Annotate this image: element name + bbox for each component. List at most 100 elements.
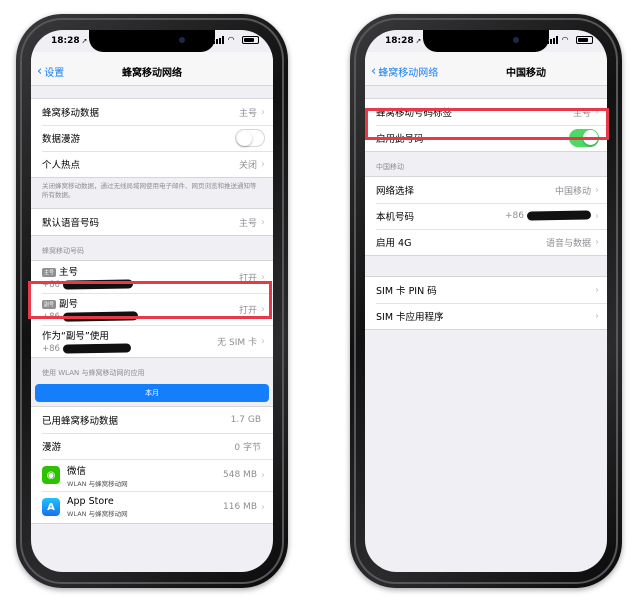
camera-icon xyxy=(513,37,519,43)
cellular-plan-label-row[interactable]: 蜂窝移动号码标签 主号 › xyxy=(365,99,607,125)
row-label: 数据漫游 xyxy=(42,134,81,145)
line-number: +86 xyxy=(42,344,60,354)
row-label: 启用此号码 xyxy=(376,134,424,145)
wifi-icon: ◠ xyxy=(228,35,235,44)
row-value: 关闭 xyxy=(238,160,257,171)
chevron-left-icon: ‹ xyxy=(37,63,43,79)
phone-frame-right: 18:28 ➚ ◠ ‹ 蜂窝移动网络 中国移动 蜂窝移动号码标签 主号 › 启用此号… xyxy=(350,14,622,588)
row-value: 主号 xyxy=(572,108,591,119)
row-stack: 主号 主号 +86 xyxy=(42,264,239,290)
app-network: WLAN 与蜂窝移动网 xyxy=(67,510,128,518)
cellular-data-used-row: 已用蜂窝移动数据 1.7 GB xyxy=(31,407,273,433)
chevron-right-icon: › xyxy=(261,106,265,118)
status-icons: ◠ xyxy=(547,36,593,44)
chevron-right-icon: › xyxy=(261,335,265,347)
sim-group: SIM 卡 PIN 码 › SIM 卡应用程序 › xyxy=(365,276,607,330)
line-secondary-row[interactable]: 副号 副号 +86 打开 › xyxy=(31,293,273,325)
turn-on-line-row: 启用此号码 xyxy=(365,125,607,151)
line-name: 副号 xyxy=(59,299,79,310)
row-value: 1.7 GB xyxy=(230,415,261,425)
status-time: 18:28 ➚ xyxy=(51,36,88,46)
screen-right: 18:28 ➚ ◠ ‹ 蜂窝移动网络 中国移动 蜂窝移动号码标签 主号 › 启用此号… xyxy=(365,30,607,572)
line-number-wrap: +86 xyxy=(42,311,239,322)
row-stack: 副号 副号 +86 xyxy=(42,296,239,322)
redaction-mark xyxy=(62,311,139,322)
app-row-wechat[interactable]: ◉ 微信 WLAN 与蜂窝移动网 548 MB › xyxy=(31,459,273,491)
app-name: App Store xyxy=(67,496,114,507)
line-name-wrap: 副号 副号 xyxy=(42,296,239,310)
time-text: 18:28 xyxy=(51,36,80,46)
row-value-wrap: +86 xyxy=(505,210,592,221)
battery-icon xyxy=(576,36,593,44)
sim-pin-row[interactable]: SIM 卡 PIN 码 › xyxy=(365,277,607,303)
chevron-right-icon: › xyxy=(595,210,599,222)
location-arrow-icon: ➚ xyxy=(415,37,422,45)
line-name: 主号 xyxy=(59,267,79,278)
page-title: 蜂窝移动网络 xyxy=(122,68,182,79)
back-button[interactable]: ‹ 蜂窝移动网络 xyxy=(371,64,438,80)
chevron-right-icon: › xyxy=(261,216,265,228)
enable-4g-row[interactable]: 启用 4G 语音与数据 › xyxy=(365,229,607,255)
use-as-secondary-row[interactable]: 作为“副号”使用 +86 无 SIM 卡 › xyxy=(31,325,273,357)
default-voice-line-row[interactable]: 默认语音号码 主号 › xyxy=(31,209,273,235)
usage-group: 已用蜂窝移动数据 1.7 GB 漫游 0 字节 ◉ 微信 WLAN 与蜂窝移动网… xyxy=(31,406,273,524)
settings-list: 蜂窝移动数据 主号 › 数据漫游 个人热点 关闭 › 关闭蜂窝移动数据，通过无线… xyxy=(31,86,273,572)
row-label: SIM 卡应用程序 xyxy=(376,312,444,323)
personal-hotspot-row[interactable]: 个人热点 关闭 › xyxy=(31,151,273,177)
line-tag: 副号 xyxy=(42,300,57,309)
settings-list: 蜂窝移动号码标签 主号 › 启用此号码 中国移动 网络选择 中国移动 › 本机号… xyxy=(365,86,607,572)
row-label: 个人热点 xyxy=(42,160,81,171)
apps-header: 使用 WLAN 与蜂窝移动网的应用 xyxy=(42,369,145,377)
redaction-mark xyxy=(62,343,132,354)
row-value: 0 字节 xyxy=(234,442,261,453)
line-primary-row[interactable]: 主号 主号 +86 打开 › xyxy=(31,261,273,293)
row-value: 打开 xyxy=(238,305,257,316)
data-roaming-row: 数据漫游 xyxy=(31,125,273,151)
wechat-icon: ◉ xyxy=(42,466,60,484)
phone-frame-left: 18:28 ➚ ◠ ‹ 设置 蜂窝移动网络 蜂窝移动数据 主号 › 数据漫游 个… xyxy=(16,14,288,588)
navigation-bar: ‹ 蜂窝移动网络 中国移动 xyxy=(365,52,607,86)
cellular-footnote: 关闭蜂窝移动数据，通过无线局域网使用电子邮件、网页浏览和推送通知等所有数据。 xyxy=(42,182,257,199)
chevron-right-icon: › xyxy=(261,271,265,283)
status-icons: ◠ xyxy=(213,36,259,44)
location-arrow-icon: ➚ xyxy=(81,37,88,45)
app-row-app-store[interactable]: A App Store WLAN 与蜂窝移动网 116 MB › xyxy=(31,491,273,523)
row-value: 116 MB xyxy=(223,502,257,512)
row-label: 蜂窝移动数据 xyxy=(42,108,100,119)
wifi-icon: ◠ xyxy=(562,35,569,44)
line-number: +86 xyxy=(42,280,60,290)
my-number-row[interactable]: 本机号码 +86 › xyxy=(365,203,607,229)
row-value: 中国移动 xyxy=(554,186,591,197)
row-value: 无 SIM 卡 xyxy=(217,337,257,348)
chevron-right-icon: › xyxy=(261,158,265,170)
app-stack: 微信 WLAN 与蜂窝移动网 xyxy=(67,463,223,488)
chevron-right-icon: › xyxy=(595,284,599,296)
line-number-wrap: +86 xyxy=(42,343,217,354)
row-label: 网络选择 xyxy=(376,186,415,197)
line-tag: 主号 xyxy=(42,268,57,277)
notch xyxy=(423,30,549,52)
network-selection-row[interactable]: 网络选择 中国移动 › xyxy=(365,177,607,203)
status-time: 18:28 ➚ xyxy=(385,36,422,46)
chevron-right-icon: › xyxy=(595,106,599,118)
data-roaming-toggle[interactable] xyxy=(235,129,265,147)
row-value: 语音与数据 xyxy=(545,238,591,249)
line-name-wrap: 主号 主号 xyxy=(42,264,239,278)
cellular-data-row[interactable]: 蜂窝移动数据 主号 › xyxy=(31,99,273,125)
battery-icon xyxy=(242,36,259,44)
voice-group: 默认语音号码 主号 › xyxy=(31,208,273,236)
page-title: 中国移动 xyxy=(506,68,546,79)
back-button[interactable]: ‹ 设置 xyxy=(37,63,64,80)
chevron-right-icon: › xyxy=(595,184,599,196)
usage-period-segment[interactable]: 本月 xyxy=(35,384,269,402)
app-name: 微信 xyxy=(67,465,87,477)
roaming-usage-row: 漫游 0 字节 xyxy=(31,433,273,459)
row-label: 蜂窝移动号码标签 xyxy=(376,108,453,119)
chevron-right-icon: › xyxy=(261,469,265,481)
turn-on-line-toggle[interactable] xyxy=(569,129,599,147)
cellular-plans-header: 蜂窝移动号码 xyxy=(42,247,84,255)
cellular-group: 蜂窝移动数据 主号 › 数据漫游 个人热点 关闭 › xyxy=(31,98,273,178)
row-label: SIM 卡 PIN 码 xyxy=(376,286,437,297)
notch xyxy=(89,30,215,52)
sim-applications-row[interactable]: SIM 卡应用程序 › xyxy=(365,303,607,329)
